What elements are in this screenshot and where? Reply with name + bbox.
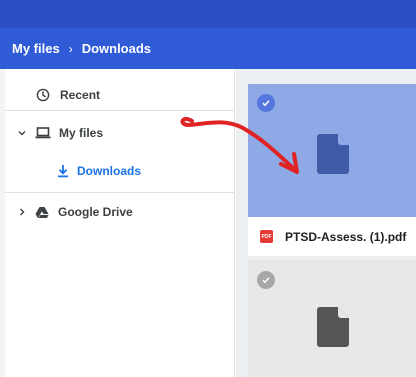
red-arrow-annotation bbox=[180, 116, 299, 174]
